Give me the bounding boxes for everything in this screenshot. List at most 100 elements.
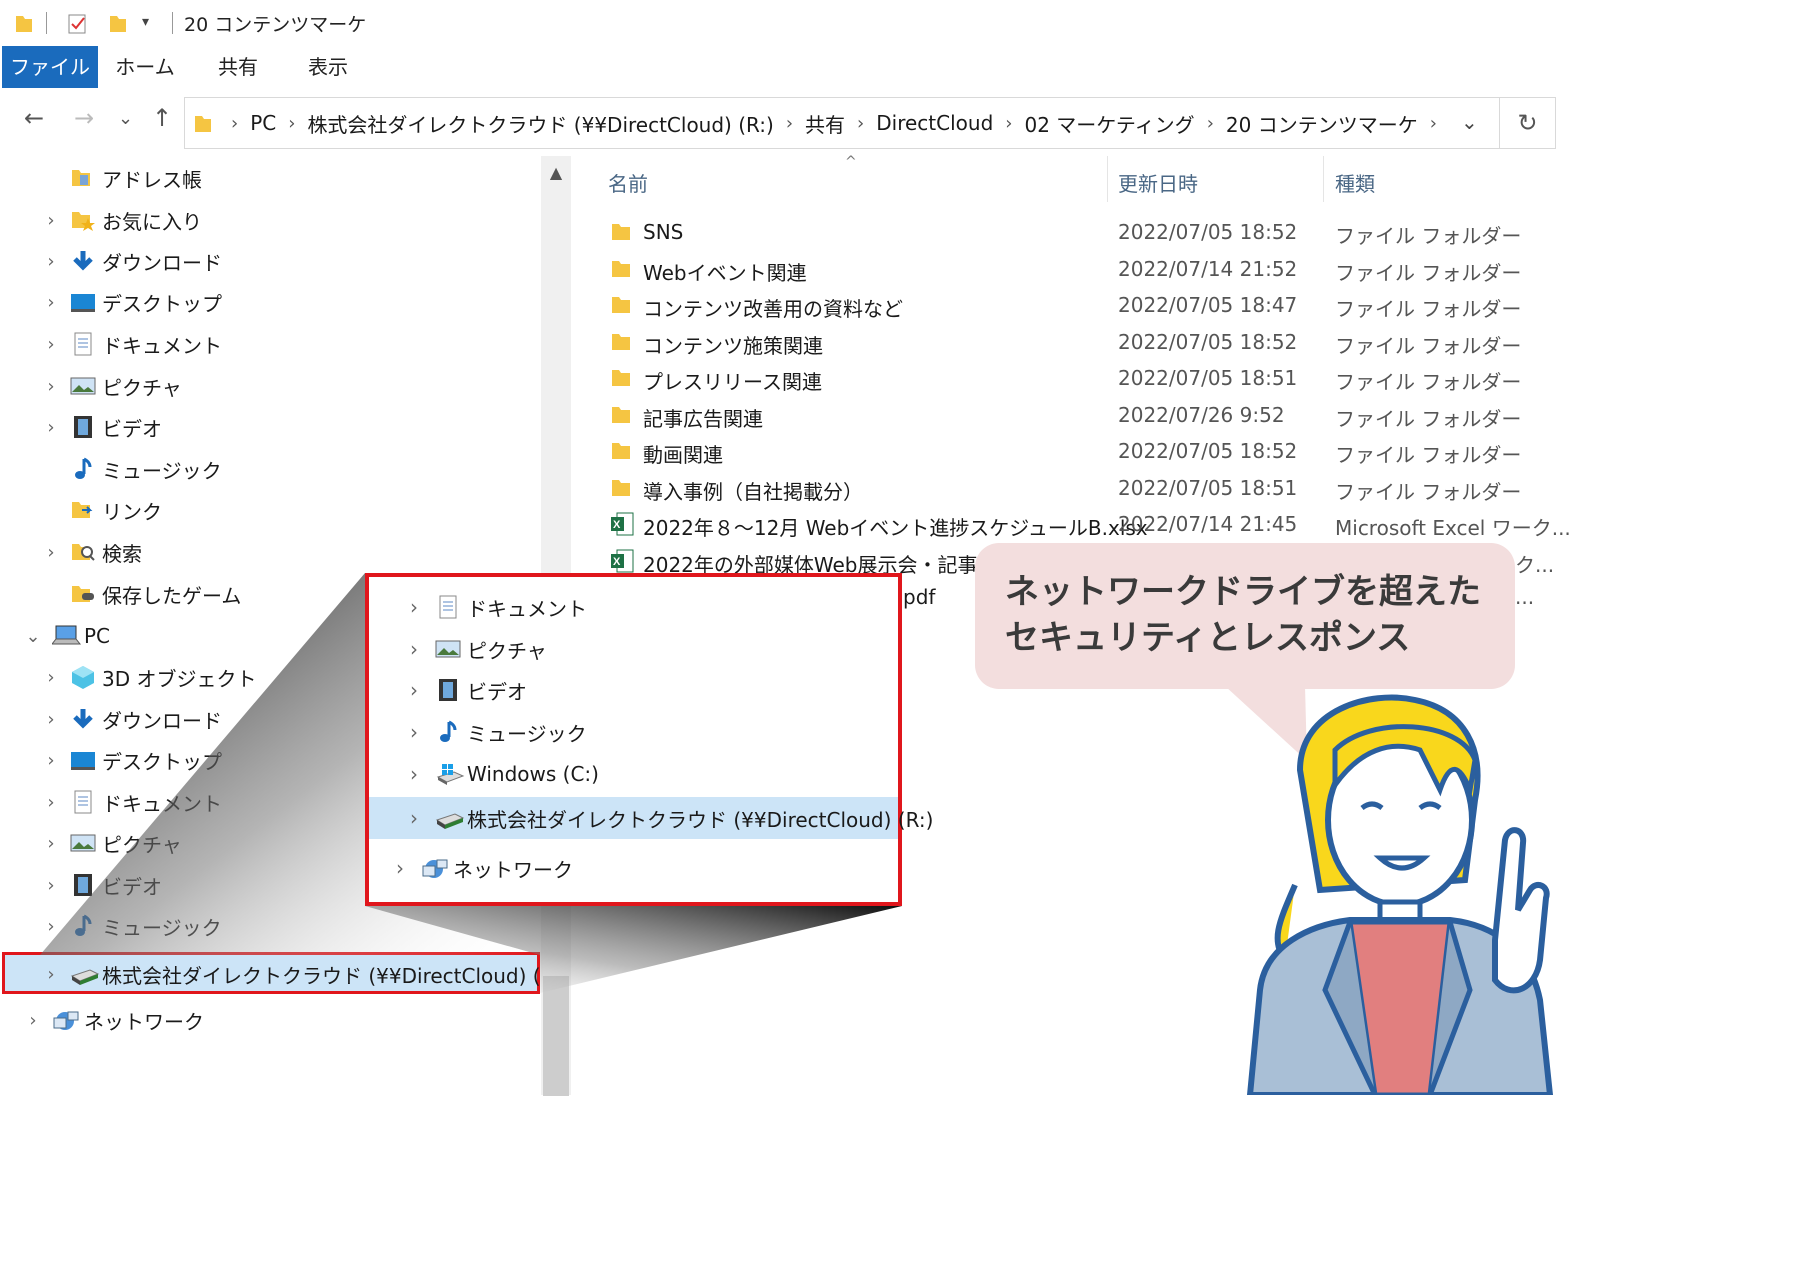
zoom-item-label: ピクチャ xyxy=(467,638,547,663)
nav-item-7[interactable]: ミュージック xyxy=(40,449,222,489)
zoom-item-6[interactable]: › ネットワーク xyxy=(385,848,573,888)
contacts-folder-icon xyxy=(70,166,98,190)
file-name: SNS xyxy=(643,220,684,244)
pc-icon xyxy=(50,624,82,648)
file-row[interactable]: SNS 2022/07/05 18:52 ファイル フォルダー xyxy=(575,214,1560,250)
breadcrumb-item[interactable]: 20 コンテンツマーケ xyxy=(1226,109,1418,138)
zoom-item-4[interactable]: › Windows (C:) xyxy=(399,754,599,794)
file-row[interactable]: 記事広告関連 2022/07/26 9:52 ファイル フォルダー xyxy=(575,397,1560,433)
expand-chevron-icon[interactable]: › xyxy=(399,806,429,830)
folder-icon xyxy=(610,403,632,430)
document-icon xyxy=(435,595,463,619)
zoomed-nav-callout: › ドキュメント › ピクチャ › ビデオ › ミュージック › Windows (C:) › 株式会… xyxy=(365,573,933,906)
nav-item-9[interactable]: › 検索 xyxy=(40,532,142,572)
refresh-icon[interactable]: ↻ xyxy=(1500,97,1556,149)
expand-chevron-icon[interactable]: › xyxy=(40,750,62,771)
nav-item-12[interactable]: › 3D オブジェクト xyxy=(40,657,256,697)
nav-item-18[interactable]: › ミュージック xyxy=(40,906,222,946)
expand-chevron-icon[interactable]: › xyxy=(40,833,62,854)
zoom-item-0[interactable]: › ドキュメント xyxy=(399,587,587,627)
zoom-item-2[interactable]: › ビデオ xyxy=(399,670,527,710)
expand-chevron-icon[interactable]: › xyxy=(399,720,429,744)
column-header-name[interactable]: 名前 xyxy=(608,168,648,197)
nav-item-16[interactable]: › ピクチャ xyxy=(40,823,181,863)
nav-item-11[interactable]: ⌄ PC xyxy=(22,616,110,656)
expand-chevron-icon[interactable]: › xyxy=(40,334,62,355)
expand-chevron-icon[interactable]: › xyxy=(399,678,429,702)
expand-chevron-icon[interactable]: › xyxy=(40,376,62,397)
file-type: ファイル フォルダー xyxy=(1335,479,1522,504)
download-icon xyxy=(70,707,98,731)
expand-chevron-icon[interactable]: › xyxy=(399,595,429,619)
expand-chevron-icon[interactable]: › xyxy=(40,875,62,896)
column-header-date[interactable]: 更新日時 xyxy=(1118,168,1198,197)
scroll-up-arrow-icon[interactable]: ▲ xyxy=(541,156,571,190)
3d-objects-icon xyxy=(70,665,98,689)
nav-item-label: ダウンロード xyxy=(102,250,222,275)
scroll-thumb[interactable] xyxy=(543,976,569,1096)
nav-item-17[interactable]: › ビデオ xyxy=(40,865,162,905)
expand-chevron-icon[interactable]: › xyxy=(399,637,429,661)
nav-item-0[interactable]: アドレス帳 xyxy=(40,158,202,198)
nav-item-20[interactable]: › ネットワーク xyxy=(22,1000,204,1040)
expand-chevron-icon[interactable]: › xyxy=(40,542,62,563)
nav-item-14[interactable]: › デスクトップ xyxy=(40,740,222,780)
address-dropdown-chevron-icon[interactable]: ⌄ xyxy=(1461,110,1478,134)
file-name: Webイベント関連 xyxy=(643,260,807,285)
expand-chevron-icon[interactable]: › xyxy=(40,292,62,313)
picture-icon xyxy=(435,637,463,661)
zoom-item-1[interactable]: › ピクチャ xyxy=(399,629,547,669)
nav-item-8[interactable]: リンク xyxy=(40,490,162,530)
nav-item-label: デスクトップ xyxy=(102,749,222,774)
video-icon xyxy=(435,678,463,702)
file-row[interactable]: X 2022年８～12月 Webイベント進捗スケジュールB.xlsx 2022/07… xyxy=(575,506,1571,542)
svg-text:X: X xyxy=(613,556,621,568)
breadcrumb-separator: › xyxy=(785,112,794,134)
expand-chevron-icon[interactable]: › xyxy=(40,916,62,937)
file-row[interactable]: Webイベント関連 2022/07/14 21:52 ファイル フォルダー xyxy=(575,251,1560,287)
nav-item-2[interactable]: › ダウンロード xyxy=(40,241,222,281)
breadcrumb-separator: › xyxy=(1206,112,1214,134)
expand-chevron-icon[interactable]: › xyxy=(40,667,62,688)
zoom-nav-list: › ドキュメント › ピクチャ › ビデオ › ミュージック › Windows (C:) › 株式会… xyxy=(369,577,933,902)
zoom-item-label: 株式会社ダイレクトクラウド (¥¥DirectCloud) (R:) xyxy=(467,807,934,832)
expand-chevron-icon[interactable]: › xyxy=(40,792,62,813)
expand-chevron-icon[interactable]: › xyxy=(40,210,62,231)
file-date: 2022/07/05 18:52 xyxy=(1118,439,1298,463)
nav-item-10[interactable]: 保存したゲーム xyxy=(40,574,241,614)
expand-chevron-icon[interactable]: › xyxy=(22,1010,44,1031)
zoom-item-3[interactable]: › ミュージック xyxy=(399,712,587,752)
expand-chevron-icon[interactable]: › xyxy=(40,964,62,985)
zoom-item-5[interactable]: › 株式会社ダイレクトクラウド (¥¥DirectCloud) (R:) xyxy=(399,798,933,838)
file-row[interactable]: 導入事例（自社掲載分） 2022/07/05 18:51 ファイル フォルダー xyxy=(575,470,1560,506)
file-date: 2022/07/05 18:52 xyxy=(1118,220,1298,244)
nav-item-4[interactable]: › ドキュメント xyxy=(40,324,222,364)
breadcrumb-item[interactable]: 02 マーケティング xyxy=(1024,109,1194,138)
breadcrumb-separator: › xyxy=(857,112,865,134)
nav-item-13[interactable]: › ダウンロード xyxy=(40,699,222,739)
folder-icon xyxy=(610,439,632,466)
nav-item-3[interactable]: › デスクトップ xyxy=(40,282,222,322)
file-type: ファイル フォルダー xyxy=(1335,443,1522,467)
expand-chevron-icon[interactable]: › xyxy=(40,709,62,730)
file-row[interactable]: コンテンツ改善用の資料など 2022/07/05 18:47 ファイル フォルダー xyxy=(575,287,1560,323)
nav-item-19[interactable]: › 株式会社ダイレクトクラウド (¥¥DirectCloud) (R:) xyxy=(40,954,568,994)
expand-chevron-icon[interactable]: › xyxy=(40,417,62,438)
file-row[interactable]: プレスリリース関連 2022/07/05 18:51 ファイル フォルダー xyxy=(575,360,1560,396)
file-row[interactable]: 動画関連 2022/07/05 18:52 ファイル フォルダー xyxy=(575,433,1560,469)
breadcrumb-item[interactable]: DirectCloud xyxy=(876,111,993,135)
expand-chevron-icon[interactable]: › xyxy=(399,762,429,786)
file-row[interactable]: コンテンツ施策関連 2022/07/05 18:52 ファイル フォルダー xyxy=(575,324,1560,360)
column-header-type[interactable]: 種類 xyxy=(1335,168,1375,197)
excel-file-icon: X xyxy=(610,512,634,541)
breadcrumb-item[interactable]: 共有 xyxy=(805,109,845,138)
nav-item-6[interactable]: › ビデオ xyxy=(40,407,162,447)
nav-item-1[interactable]: › お気に入り xyxy=(40,200,202,240)
nav-item-15[interactable]: › ドキュメント xyxy=(40,782,222,822)
nav-item-5[interactable]: › ピクチャ xyxy=(40,366,181,406)
nav-item-label: ダウンロード xyxy=(102,708,222,733)
expand-chevron-icon[interactable]: › xyxy=(385,856,415,880)
collapse-chevron-icon[interactable]: ⌄ xyxy=(22,626,44,647)
expand-chevron-icon[interactable]: › xyxy=(40,251,62,272)
windows-drive-icon xyxy=(435,762,465,786)
